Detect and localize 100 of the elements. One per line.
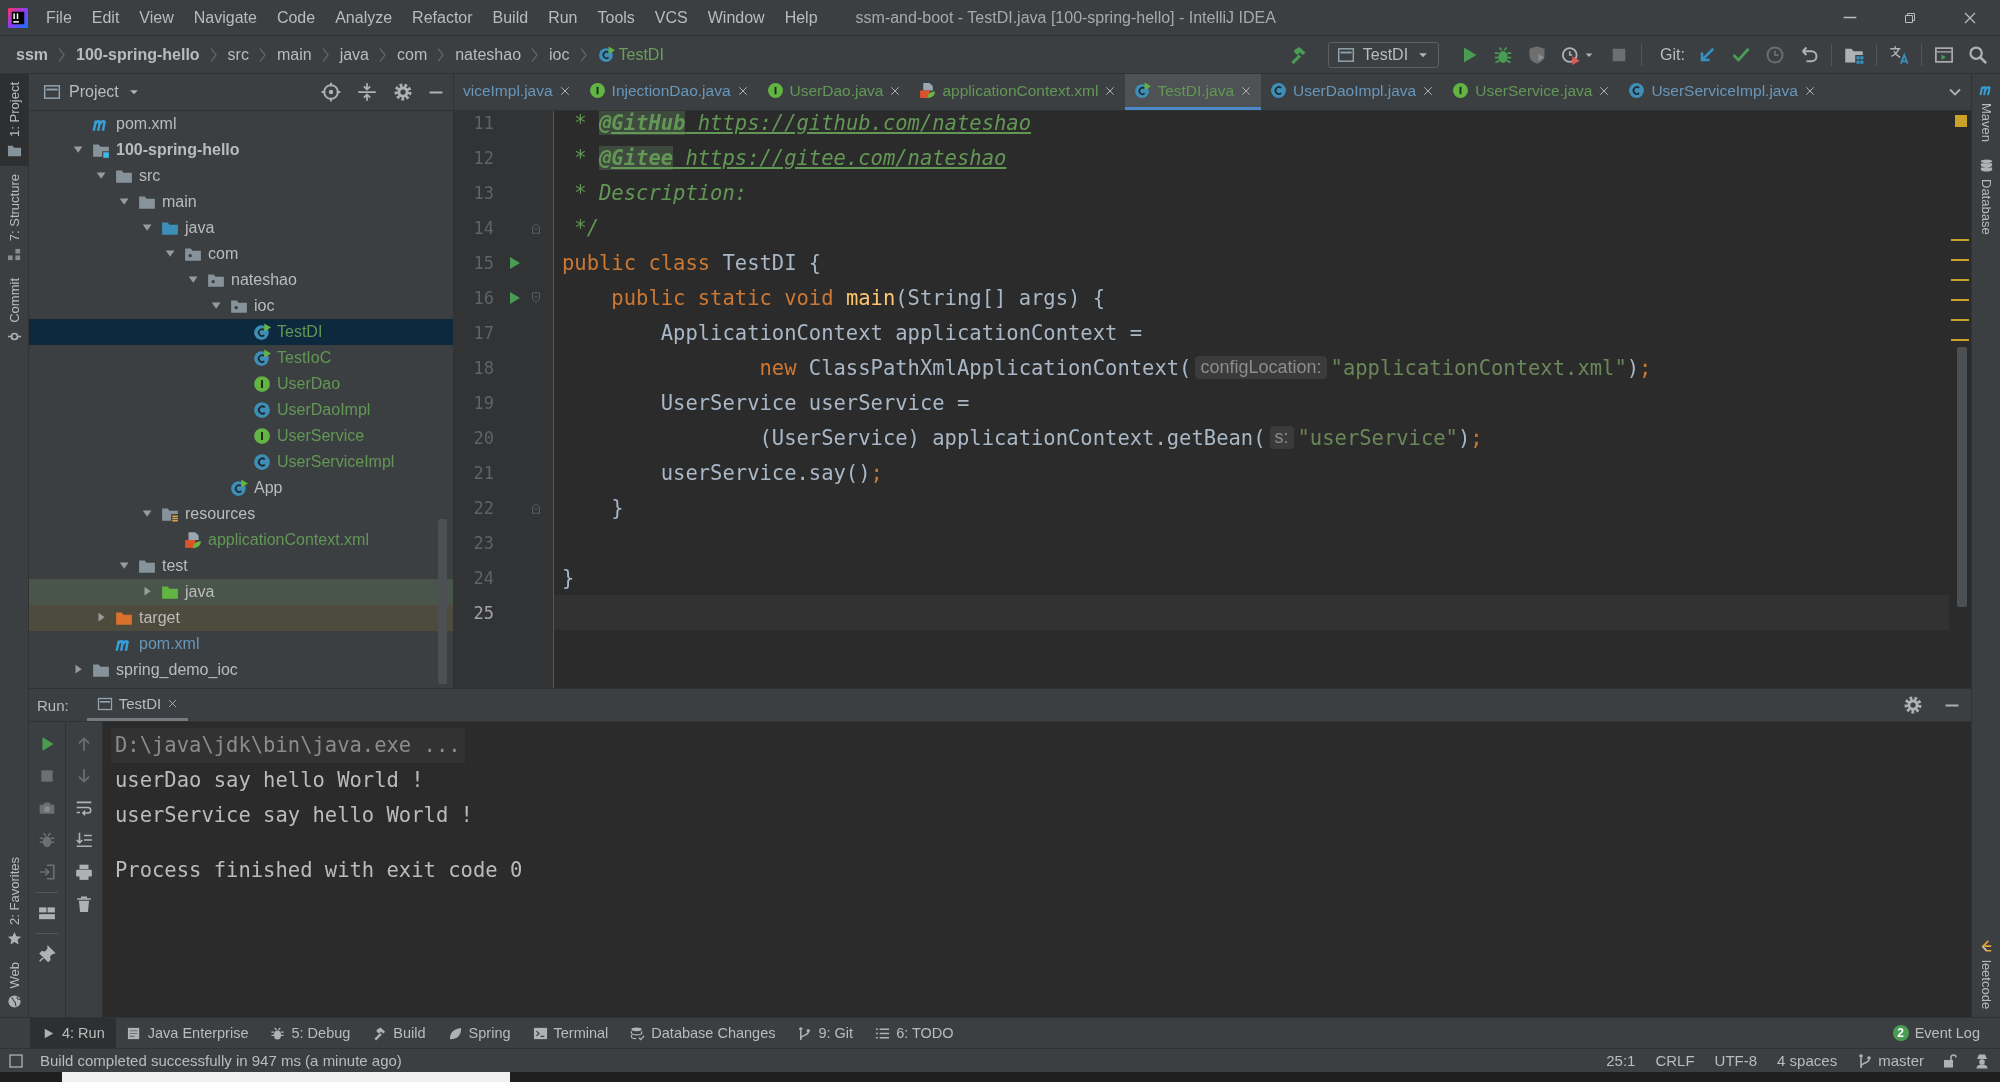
tree-item[interactable]: applicationContext.xml xyxy=(182,531,371,549)
menu-item[interactable]: Tools xyxy=(589,4,643,31)
wrap-icon xyxy=(75,799,93,817)
panel-toggle-icon[interactable] xyxy=(8,1052,24,1069)
status-item[interactable]: UTF-8 xyxy=(1712,1052,1760,1069)
menu-item[interactable]: Analyze xyxy=(327,4,401,31)
menu-item[interactable]: Run xyxy=(540,4,586,31)
tool-window-button[interactable]: Spring xyxy=(436,1017,522,1049)
tree-item[interactable]: java xyxy=(159,219,217,237)
tree-item[interactable]: UserService xyxy=(251,427,367,445)
breadcrumb[interactable]: ioc xyxy=(547,43,572,66)
tool-window-button[interactable]: 4: Run xyxy=(30,1017,116,1049)
close-icon[interactable] xyxy=(1422,84,1435,97)
tool-window-button[interactable]: 9: Git xyxy=(786,1017,865,1049)
git-branch-button[interactable]: master xyxy=(1855,1052,1926,1069)
fold-icon[interactable] xyxy=(529,290,543,305)
tool-window-button[interactable]: 1: Project xyxy=(0,74,28,166)
tree-item[interactable]: nateshao xyxy=(205,271,299,289)
printer-icon xyxy=(75,863,93,881)
tree-item[interactable]: 100-spring-hello xyxy=(90,141,242,159)
menu-item[interactable]: Edit xyxy=(83,4,128,31)
breadcrumb[interactable]: nateshao xyxy=(453,43,524,66)
close-icon[interactable] xyxy=(889,84,902,97)
breadcrumb[interactable]: 100-spring-hello xyxy=(74,43,202,66)
tool-window-button[interactable]: leetcode xyxy=(1972,930,2000,1017)
scrollbar-thumb[interactable] xyxy=(1957,347,1967,607)
close-icon[interactable] xyxy=(1598,84,1611,97)
menu-item[interactable]: VCS xyxy=(646,4,696,31)
tool-window-button[interactable]: Database xyxy=(1972,150,2000,243)
breadcrumb[interactable]: src xyxy=(225,43,251,66)
editor-tab[interactable]: UserDao.java xyxy=(757,74,911,110)
tree-item[interactable]: TestDI xyxy=(251,323,325,341)
tree-item[interactable]: App xyxy=(228,479,285,497)
tree-item[interactable]: UserDaoImpl xyxy=(251,401,373,419)
tool-window-button[interactable]: 5: Debug xyxy=(259,1017,362,1049)
menu-item[interactable]: File xyxy=(38,4,80,31)
resources-folder-icon xyxy=(161,505,179,523)
menu-item[interactable]: Window xyxy=(699,4,773,31)
tool-window-button[interactable]: 2: Favorites xyxy=(0,848,28,954)
tree-item[interactable]: TestIoC xyxy=(251,349,334,367)
close-icon[interactable] xyxy=(736,84,749,97)
tool-window-button[interactable]: 7: Structure xyxy=(0,165,28,271)
menu-item[interactable]: Code xyxy=(268,4,324,31)
project-view-dropdown[interactable]: Project xyxy=(41,81,143,103)
editor-tab[interactable]: viceImpl.java xyxy=(454,74,580,110)
tree-item[interactable]: pom.xml xyxy=(113,635,202,653)
breadcrumb[interactable]: com xyxy=(395,43,430,66)
folder-icon xyxy=(115,167,133,185)
tool-window-button[interactable]: Terminal xyxy=(521,1017,620,1049)
interface-icon xyxy=(253,375,271,393)
tool-window-button[interactable]: Database Changes xyxy=(619,1017,787,1049)
breadcrumb[interactable]: ssm xyxy=(14,43,51,66)
fold-icon[interactable] xyxy=(529,500,543,515)
close-icon[interactable] xyxy=(1104,84,1117,97)
close-icon[interactable] xyxy=(1803,84,1816,97)
tree-item[interactable]: com xyxy=(182,245,241,263)
breadcrumb[interactable]: java xyxy=(337,43,371,66)
close-icon[interactable] xyxy=(1240,84,1253,97)
close-icon[interactable] xyxy=(558,84,571,97)
event-log-button[interactable]: 2 Event Log xyxy=(1884,1025,2000,1041)
tool-window-button[interactable]: Commit xyxy=(0,270,28,352)
tree-item[interactable]: resources xyxy=(159,505,258,523)
breadcrumb[interactable]: main xyxy=(274,43,314,66)
run-configuration-dropdown[interactable]: TestDI xyxy=(1327,41,1440,68)
fold-icon[interactable] xyxy=(529,220,543,235)
menu-item[interactable]: View xyxy=(131,4,182,31)
tree-item[interactable]: UserDao xyxy=(251,375,343,393)
editor-tab[interactable]: InjectionDao.java xyxy=(579,74,758,110)
tree-item[interactable]: ioc xyxy=(228,297,277,315)
tree-item[interactable]: main xyxy=(136,193,199,211)
menu-item[interactable]: Help xyxy=(776,4,826,31)
close-icon[interactable] xyxy=(167,698,179,709)
tool-window-button[interactable]: Maven xyxy=(1972,74,2000,151)
editor-tab[interactable]: UserServiceImpl.java xyxy=(1619,74,1825,110)
tree-item[interactable]: src xyxy=(113,167,163,185)
locate-button[interactable] xyxy=(319,80,343,104)
tree-item[interactable]: java xyxy=(159,583,217,601)
tree-item[interactable]: UserServiceImpl xyxy=(251,453,397,471)
code-text: * Description: xyxy=(573,180,748,205)
menu-item[interactable]: Refactor xyxy=(404,4,481,31)
person-icon[interactable] xyxy=(1974,1052,1990,1069)
status-item[interactable]: CRLF xyxy=(1653,1052,1697,1069)
editor-tab[interactable]: UserService.java xyxy=(1443,74,1620,110)
tree-item[interactable]: spring_demo_ioc xyxy=(90,661,240,679)
tree-item[interactable]: target xyxy=(113,609,182,627)
tool-window-button[interactable]: Build xyxy=(361,1017,437,1049)
tool-window-button[interactable]: Web xyxy=(0,953,28,1017)
status-item[interactable]: 25:1 xyxy=(1604,1052,1638,1069)
lock-icon[interactable] xyxy=(1942,1052,1958,1069)
tree-item[interactable]: pom.xml xyxy=(90,115,179,133)
tool-window-button[interactable]: Java Enterprise xyxy=(115,1017,260,1049)
breadcrumb[interactable]: TestDI xyxy=(595,43,666,66)
menu-item[interactable]: Build xyxy=(484,4,537,31)
editor-tab[interactable]: applicationContext.xml xyxy=(910,74,1126,110)
collapse-all-button[interactable] xyxy=(355,80,379,104)
tree-item[interactable]: test xyxy=(136,557,190,575)
menu-item[interactable]: Navigate xyxy=(185,4,265,31)
status-item[interactable]: 4 spaces xyxy=(1775,1052,1840,1069)
tool-window-button[interactable]: 6: TODO xyxy=(864,1017,965,1049)
editor-tab[interactable]: UserDaoImpl.java xyxy=(1261,74,1444,110)
